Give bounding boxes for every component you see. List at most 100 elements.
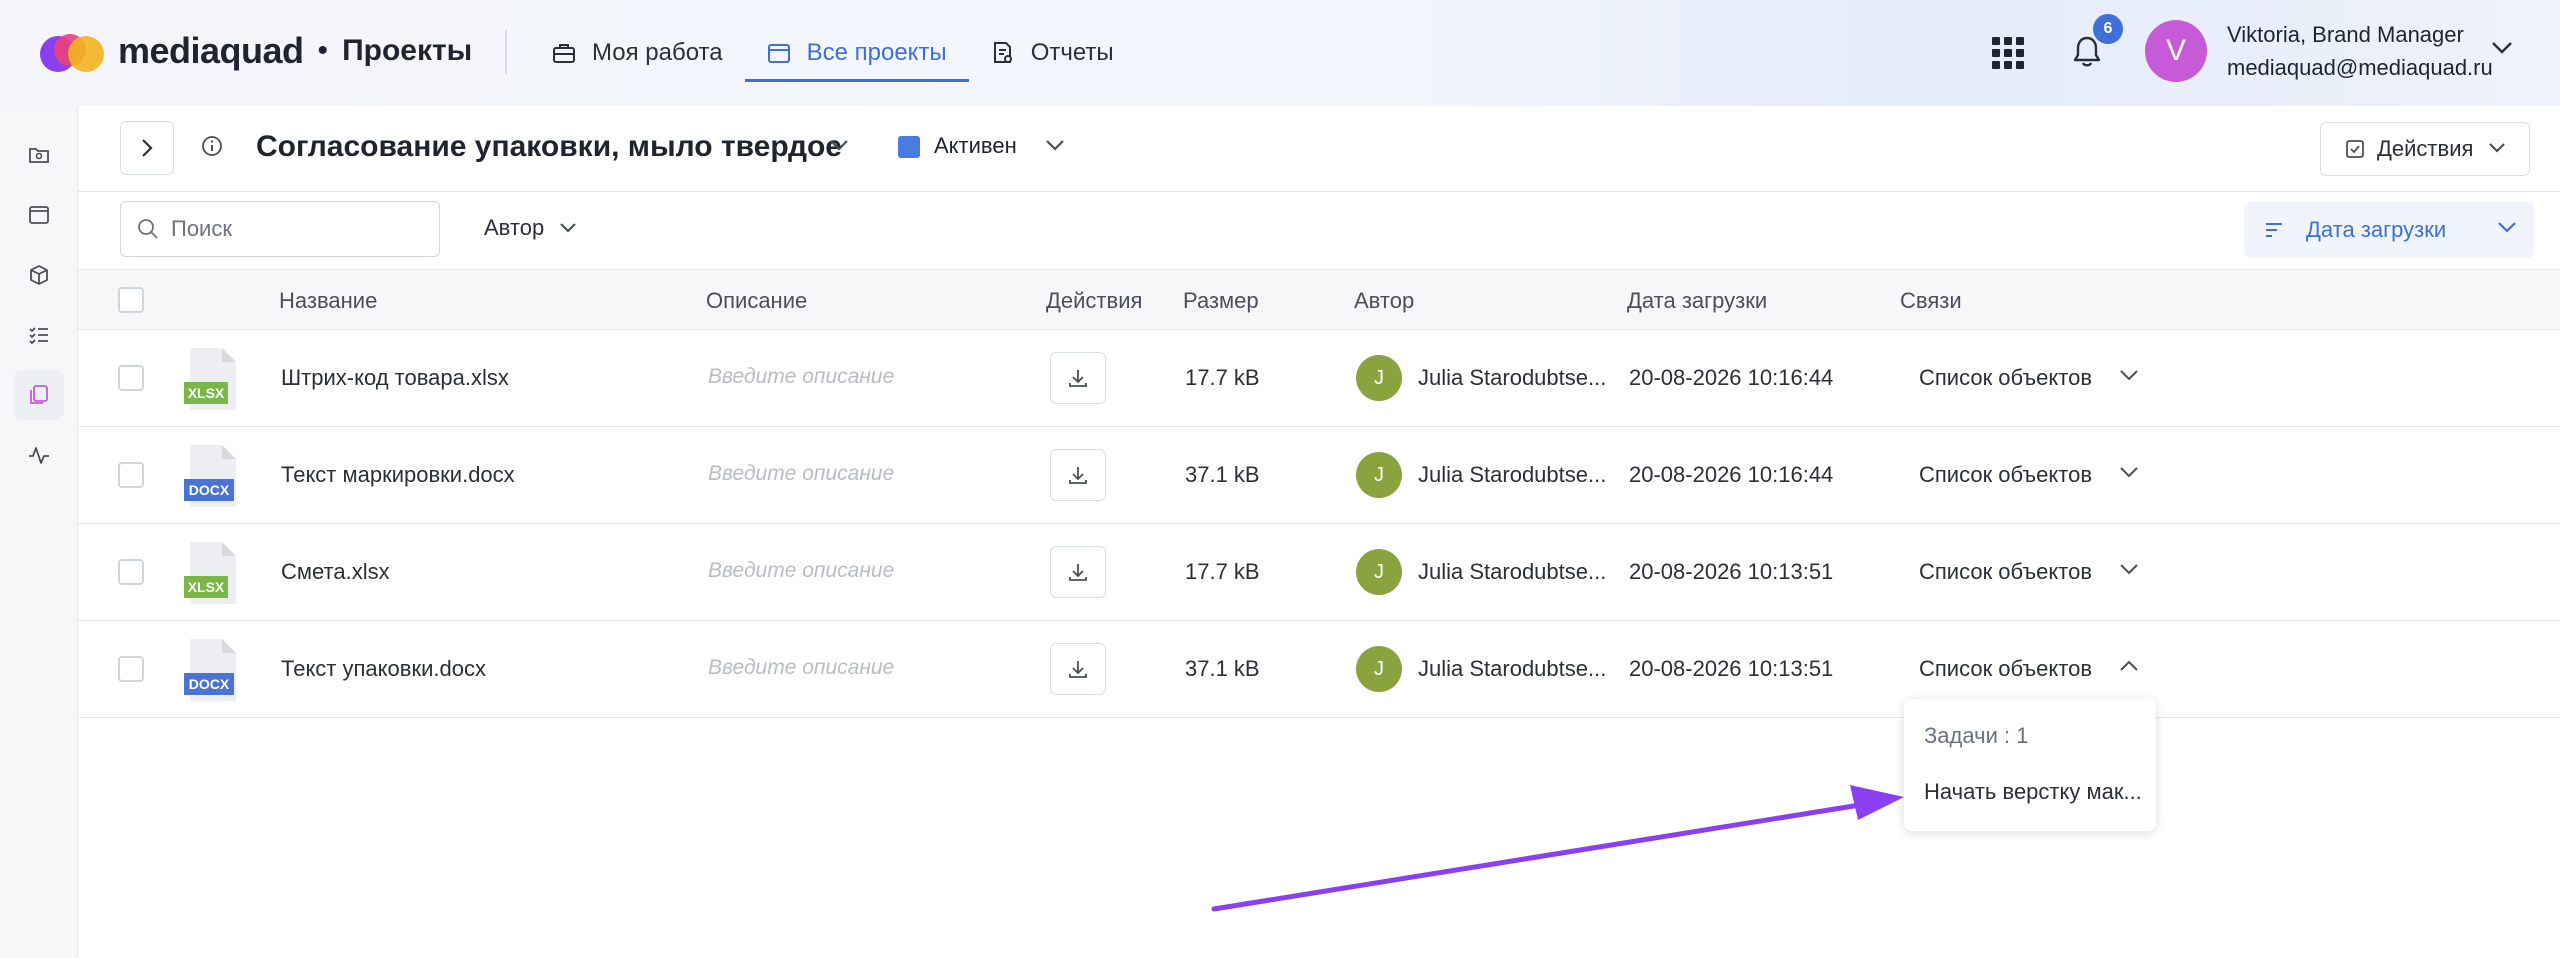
info-icon[interactable]	[200, 134, 224, 158]
xlsx-file-icon: XLSX	[184, 542, 236, 604]
download-button[interactable]	[1050, 546, 1106, 598]
docx-file-icon: DOCX	[184, 445, 236, 507]
file-ext-label: XLSX	[188, 385, 225, 401]
column-date[interactable]: Дата загрузки	[1627, 288, 1767, 314]
xlsx-file-icon: XLSX	[184, 348, 236, 410]
author-avatar: J	[1356, 452, 1402, 498]
file-description-field[interactable]: Введите описание	[708, 656, 894, 680]
sort-icon	[2266, 223, 2282, 237]
nav-my-work-label: Моя работа	[592, 39, 723, 66]
author-name: Julia Starodubtse...	[1418, 462, 1607, 487]
expand-panel-button[interactable]	[120, 121, 174, 175]
column-name[interactable]: Название	[279, 288, 377, 314]
sort-dropdown[interactable]: Дата загрузки	[2244, 202, 2534, 258]
links-list[interactable]: Список объектов	[1919, 462, 2092, 488]
project-bar: Согласование упаковки, мыло твердое Акти…	[78, 106, 2560, 192]
links-list[interactable]: Список объектов	[1919, 559, 2092, 585]
table-row[interactable]: XLSX Штрих-код товара.xlsx Введите описа…	[78, 330, 2560, 427]
actions-button-label: Действия	[2377, 136, 2474, 161]
table-header: Название Описание Действия Размер Автор …	[78, 270, 2560, 330]
user-email[interactable]: mediaquad@mediaquad.ru	[2227, 55, 2493, 81]
download-button[interactable]	[1050, 643, 1106, 695]
window-icon	[767, 44, 790, 63]
nav-my-work[interactable]: Моя работа	[552, 0, 745, 106]
links-list[interactable]: Список объектов	[1919, 656, 2092, 682]
chevron-down-icon[interactable]	[2118, 562, 2140, 576]
download-icon	[1069, 370, 1087, 387]
row-checkbox[interactable]	[118, 656, 144, 682]
upload-date: 20-08-2026 10:16:44	[1629, 462, 1834, 487]
nav-reports[interactable]: Отчеты	[969, 0, 1136, 106]
apps-grid-icon[interactable]	[1992, 37, 2024, 69]
author-filter[interactable]: Автор	[484, 215, 578, 241]
user-avatar[interactable]: V	[2145, 20, 2207, 82]
header-divider	[505, 30, 507, 74]
upload-date: 20-08-2026 10:13:51	[1629, 656, 1834, 681]
download-button[interactable]	[1050, 449, 1106, 501]
search-icon	[138, 219, 158, 239]
chevron-down-icon	[2498, 222, 2516, 233]
brand-name: mediaquad	[118, 30, 304, 71]
actions-button[interactable]: Действия	[2320, 122, 2530, 176]
filter-bar: Автор Дата загрузки	[78, 192, 2560, 270]
file-name[interactable]: Смета.xlsx	[281, 559, 390, 585]
file-name[interactable]: Штрих-код товара.xlsx	[281, 365, 509, 391]
column-size[interactable]: Размер	[1183, 288, 1259, 314]
table-row[interactable]: DOCX Текст упаковки.docx Введите описани…	[78, 621, 2560, 718]
sidebar-item-files[interactable]	[14, 370, 64, 420]
chevron-down-icon[interactable]	[2118, 465, 2140, 479]
chevron-down-icon	[2489, 143, 2505, 153]
file-name[interactable]: Текст упаковки.docx	[281, 656, 486, 682]
download-icon	[1069, 467, 1087, 484]
sidebar-item-checklist[interactable]	[14, 310, 64, 360]
file-ext-label: DOCX	[189, 676, 230, 692]
chevron-right-icon	[142, 139, 153, 157]
sidebar-item-window[interactable]	[14, 190, 64, 240]
file-size: 17.7 kB	[1185, 559, 1260, 584]
search-box[interactable]	[120, 201, 440, 257]
notification-badge: 6	[2093, 14, 2123, 44]
files-icon	[30, 385, 48, 404]
checkbox-icon	[2346, 140, 2364, 158]
column-description[interactable]: Описание	[706, 288, 807, 314]
nav-all-projects[interactable]: Все проекты	[744, 0, 969, 106]
linked-task-item[interactable]: Начать верстку мак...	[1924, 779, 2142, 805]
sidebar-item-folder[interactable]	[14, 130, 64, 180]
sidebar-item-activity[interactable]	[14, 430, 64, 480]
row-checkbox[interactable]	[118, 365, 144, 391]
chevron-down-icon[interactable]	[1044, 138, 1066, 152]
row-checkbox[interactable]	[118, 462, 144, 488]
file-description-field[interactable]: Введите описание	[708, 462, 894, 486]
brand-logo[interactable]: mediaquad • Проекты	[36, 28, 472, 74]
status-color-indicator	[898, 136, 920, 158]
row-checkbox[interactable]	[118, 559, 144, 585]
project-status[interactable]: Активен	[934, 133, 1017, 159]
author-avatar: J	[1356, 646, 1402, 692]
author-avatar: J	[1356, 355, 1402, 401]
chevron-down-icon[interactable]	[828, 138, 850, 152]
column-author[interactable]: Автор	[1354, 288, 1414, 314]
chevron-down-icon[interactable]	[2118, 368, 2140, 382]
select-all-checkbox[interactable]	[118, 287, 144, 313]
docx-file-icon: DOCX	[184, 639, 236, 701]
sidebar-item-cube[interactable]	[14, 250, 64, 300]
table-row[interactable]: DOCX Текст маркировки.docx Введите описа…	[78, 427, 2560, 524]
user-name[interactable]: Viktoria, Brand Manager	[2227, 22, 2464, 48]
chevron-up-icon[interactable]	[2118, 659, 2140, 673]
search-input[interactable]	[171, 216, 411, 242]
tasks-count: Задачи : 1	[1924, 723, 2029, 748]
links-list[interactable]: Список объектов	[1919, 365, 2092, 391]
download-button[interactable]	[1050, 352, 1106, 404]
column-actions: Действия	[1046, 288, 1143, 313]
file-name[interactable]: Текст маркировки.docx	[281, 462, 515, 488]
sort-dropdown-label: Дата загрузки	[2306, 217, 2447, 242]
mediaquad-logo-icon	[40, 34, 104, 72]
table-row[interactable]: XLSX Смета.xlsx Введите описание 17.7 kB…	[78, 524, 2560, 621]
author-name: Julia Starodubtse...	[1418, 559, 1607, 584]
chevron-down-icon[interactable]	[2490, 40, 2514, 56]
upload-date: 20-08-2026 10:13:51	[1629, 559, 1834, 584]
author-filter-label: Автор	[484, 215, 545, 240]
file-description-field[interactable]: Введите описание	[708, 559, 894, 583]
file-size: 37.1 kB	[1185, 462, 1260, 487]
file-description-field[interactable]: Введите описание	[708, 365, 894, 389]
